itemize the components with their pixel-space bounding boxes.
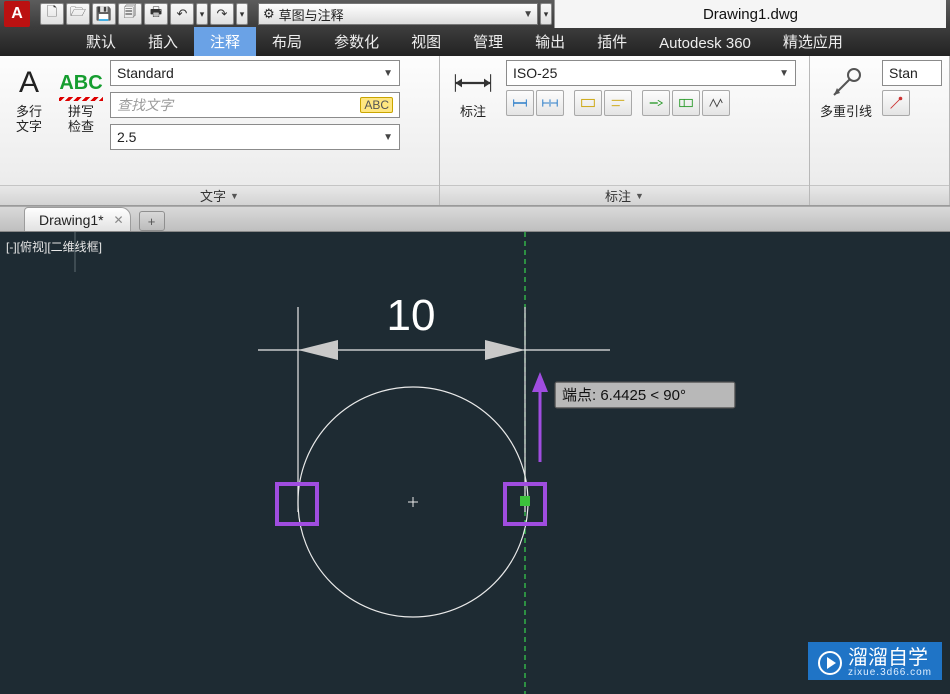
workspace-more[interactable]: ▾ [540,3,552,25]
chevron-down-icon: ▼ [779,68,789,79]
redo-button[interactable]: ↷ [210,3,234,25]
quick-access-toolbar: A 🗋 🗁 💾 🗐 🖶 ↶ ▾ ↷ ▾ ⚙ 草图与注释 ▼ ▾ Drawing1… [0,0,950,28]
dimension-label: 标注 [460,104,486,119]
letter-a-icon: A [19,64,39,102]
mleader-label: 多重引线 [820,104,872,119]
dim-continue-button[interactable] [536,90,564,116]
mtext-label: 多行 文字 [16,104,42,134]
viewport-label[interactable]: [-][俯视][二维线框] [6,238,102,255]
dim-linear-button[interactable] [506,90,534,116]
close-icon[interactable]: ✕ [114,213,124,227]
print-button[interactable]: 🖶 [144,3,168,25]
spellcheck-button[interactable]: ABC 拼写 检查 [58,60,104,181]
dimension-button[interactable]: 标注 [446,60,500,181]
dim-baseline-button[interactable] [604,90,632,116]
leader-style-value: Stan [889,65,918,81]
mtext-button[interactable]: A 多行 文字 [6,60,52,181]
text-height-value: 2.5 [117,129,136,145]
watermark: 溜溜自学 zixue.3d66.com [808,642,942,680]
find-icon: ABC [360,97,393,113]
expand-icon: ▼ [635,191,644,201]
dimension-panel-title[interactable]: 标注▼ [440,185,809,205]
ribbon-tabs: 默认 插入 注释 布局 参数化 视图 管理 输出 插件 Autodesk 360… [0,28,950,56]
file-tab-label: Drawing1* [39,212,104,228]
leader-add-button[interactable] [882,90,910,116]
chevron-down-icon: ▼ [383,132,393,143]
dim-quick-button[interactable] [574,90,602,116]
dimension-icon [451,64,495,102]
text-panel-title[interactable]: 文字▼ [0,185,439,205]
tab-layout[interactable]: 布局 [256,27,318,56]
saveas-button[interactable]: 🗐 [118,3,142,25]
dimension-text: 10 [387,291,436,340]
endpoint-snap-marker [520,496,530,506]
play-icon [818,651,842,675]
mleader-button[interactable]: 多重引线 [816,60,876,181]
tab-output[interactable]: 输出 [519,27,581,56]
app-logo[interactable]: A [4,1,30,27]
find-placeholder: 查找文字 [117,95,173,115]
text-height-combo[interactable]: 2.5 ▼ [110,124,400,150]
dim-update-button[interactable] [702,90,730,116]
dim-style-combo[interactable]: ISO-25 ▼ [506,60,796,86]
tab-insert[interactable]: 插入 [132,27,194,56]
tab-plugins[interactable]: 插件 [581,27,643,56]
dim-style-value: ISO-25 [513,65,557,81]
dim-inspect-button[interactable] [672,90,700,116]
workspace-label: 草图与注释 [279,5,344,24]
text-style-value: Standard [117,65,174,81]
gear-icon: ⚙ [263,6,275,22]
text-panel: A 多行 文字 ABC 拼写 检查 Standard ▼ 查找文字 ABC 2.… [0,56,440,205]
spellcheck-icon: ABC [59,64,102,102]
snap-tooltip-text: 端点: 6.4425 < 90° [562,387,686,404]
new-tab-button[interactable]: + [139,211,165,231]
grip-left [277,484,317,524]
tab-default[interactable]: 默认 [70,27,132,56]
open-button[interactable]: 🗁 [66,3,90,25]
watermark-main: 溜溜自学 [848,648,928,668]
file-tab-strip: Drawing1* ✕ + [0,206,950,232]
save-button[interactable]: 💾 [92,3,116,25]
canvas-svg: 10 端点: 6.4425 < 90° [0,232,950,694]
undo-button[interactable]: ↶ [170,3,194,25]
tab-featured[interactable]: 精选应用 [767,27,859,56]
new-button[interactable]: 🗋 [40,3,64,25]
tab-annotate[interactable]: 注释 [194,27,256,56]
ribbon: A 多行 文字 ABC 拼写 检查 Standard ▼ 查找文字 ABC 2.… [0,56,950,206]
spellcheck-label: 拼写 检查 [68,104,94,134]
leader-panel-title [810,185,949,205]
tab-autodesk360[interactable]: Autodesk 360 [643,31,767,56]
leader-icon [826,64,866,102]
expand-icon: ▼ [230,191,239,201]
tab-manage[interactable]: 管理 [457,27,519,56]
dim-tolerance-button[interactable] [642,90,670,116]
redo-dropdown[interactable]: ▾ [236,3,248,25]
leader-style-combo[interactable]: Stan [882,60,942,86]
title-bar: Drawing1.dwg [554,0,946,28]
file-tab[interactable]: Drawing1* ✕ [24,207,131,231]
find-text-input[interactable]: 查找文字 ABC [110,92,400,118]
undo-dropdown[interactable]: ▾ [196,3,208,25]
text-style-combo[interactable]: Standard ▼ [110,60,400,86]
document-title: Drawing1.dwg [703,6,798,23]
leader-panel: 多重引线 Stan [810,56,950,205]
tab-view[interactable]: 视图 [395,27,457,56]
dimension-panel: 标注 ISO-25 ▼ [440,56,810,205]
tab-parametric[interactable]: 参数化 [318,27,395,56]
drawing-canvas[interactable]: [-][俯视][二维线框] 10 [0,232,950,694]
watermark-sub: zixue.3d66.com [848,668,932,678]
chevron-down-icon: ▼ [383,68,393,79]
workspace-selector[interactable]: ⚙ 草图与注释 ▼ [258,3,538,25]
chevron-down-icon: ▼ [523,9,533,20]
